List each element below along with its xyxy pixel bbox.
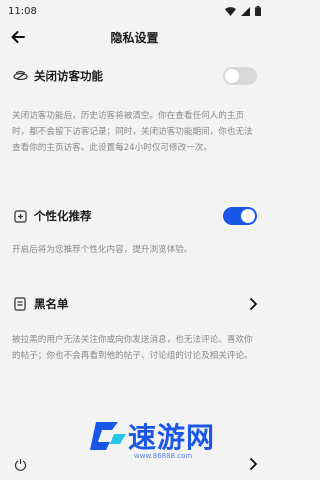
wifi-icon <box>225 6 236 16</box>
visitor-toggle[interactable] <box>223 67 257 85</box>
setting-row-blacklist[interactable]: 黑名单 <box>0 282 269 326</box>
battery-icon <box>255 6 261 16</box>
watermark-logo-icon <box>90 422 126 450</box>
setting-row-personal: 个性化推荐 <box>0 196 269 236</box>
setting-desc-blacklist: 被拉黑的用户无法关注你或向你发送消息，也无法评论、喜欢你的帖子；你也不会再看到他… <box>12 335 253 361</box>
recommend-icon <box>12 208 28 224</box>
watermark-url: www.86888.com <box>134 452 193 460</box>
blacklist-icon <box>12 296 28 312</box>
chevron-right-icon <box>250 458 257 470</box>
setting-row-visitor: 关闭访客功能 <box>0 52 269 100</box>
visitor-icon <box>12 68 28 84</box>
setting-desc-personal: 开启后将为您推荐个性化内容，提升浏览体验。 <box>12 245 193 255</box>
status-time: 11:08 <box>8 5 37 17</box>
chevron-right-icon <box>250 298 257 310</box>
setting-label-blacklist: 黑名单 <box>34 297 69 311</box>
toggle-knob <box>241 209 255 223</box>
signal-icon <box>241 6 250 16</box>
back-arrow-icon[interactable] <box>10 29 26 45</box>
watermark: 速游网 www.86888.com <box>88 416 216 460</box>
toggle-knob <box>225 69 239 83</box>
watermark-text: 速游网 <box>128 421 216 454</box>
setting-label-personal: 个性化推荐 <box>34 209 92 223</box>
personal-toggle[interactable] <box>223 207 257 225</box>
status-bar: 11:08 <box>0 0 269 22</box>
setting-desc-visitor: 关闭访客功能后，历史访客将被清空。你在查看任何人的主页时，都不会留下访客记录；同… <box>12 111 253 153</box>
power-icon <box>12 456 28 472</box>
top-bar: 隐私设置 <box>0 22 269 52</box>
page-title: 隐私设置 <box>110 30 159 45</box>
setting-label-visitor: 关闭访客功能 <box>34 69 103 83</box>
status-icons <box>225 6 261 16</box>
